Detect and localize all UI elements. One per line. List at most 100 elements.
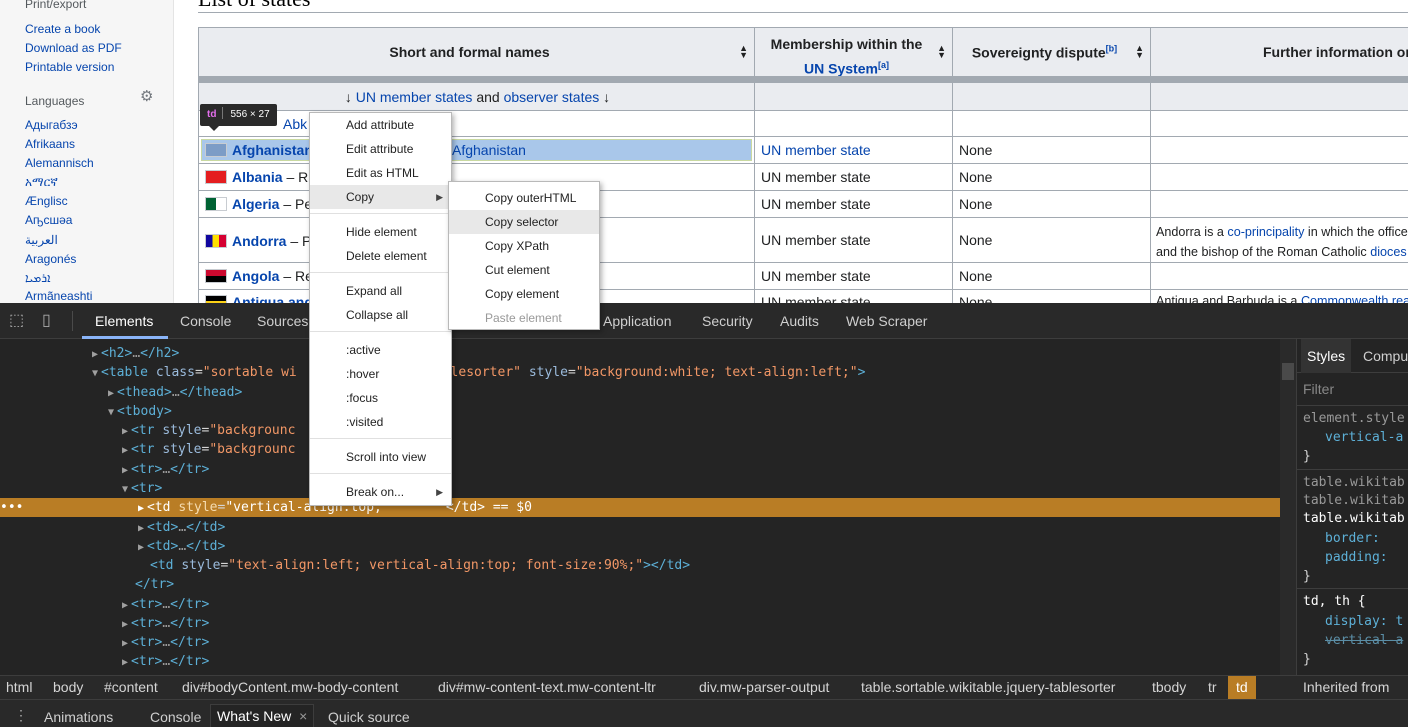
dom-node-tr[interactable]: ▶ <tr>…</tr> [122,633,209,652]
drawer-tab-quick-source[interactable]: Quick source [328,706,410,727]
country-name-link[interactable]: Afghanistan [232,142,313,158]
menu-item-edit-as-html[interactable]: Edit as HTML [310,161,451,185]
inspect-element-icon[interactable]: ⬚ [9,312,27,330]
tab-application[interactable]: Application [603,303,672,339]
drawer-tab-console[interactable]: Console [150,706,201,727]
tab-web-scraper[interactable]: Web Scraper [846,303,927,339]
country-name-link[interactable]: Albania [232,169,283,185]
menu-item-scroll-into-view[interactable]: Scroll into view [310,445,451,469]
menu-item-copy[interactable]: Copy ▶ [310,185,451,209]
style-property[interactable]: border: [1325,529,1380,548]
dom-node-td[interactable]: ▶ <td>…</td> [138,518,225,537]
menu-item-copy-outerhtml[interactable]: Copy outerHTML [449,186,599,210]
breadcrumb-item-active[interactable]: td [1228,676,1256,699]
tab-elements[interactable]: Elements [95,303,153,339]
breadcrumb-item[interactable]: tbody [1152,676,1186,699]
dom-node-thead[interactable]: ▶ <thead>…</thead> [108,383,242,402]
menu-item-edit-attribute[interactable]: Edit attribute [310,137,451,161]
col-header-dispute[interactable]: Sovereignty dispute[b] ▲ ▼ [952,27,1151,77]
printable-version-link[interactable]: Printable version [25,60,114,74]
breadcrumb-item[interactable]: div.mw-parser-output [699,676,829,699]
breadcrumb-item[interactable]: tr [1208,676,1217,699]
menu-item-add-attribute[interactable]: Add attribute [310,113,451,137]
menu-item-visited-state[interactable]: :visited [310,410,451,434]
col-header-further[interactable]: Further information on [1150,27,1408,77]
language-link[interactable]: Afrikaans [25,137,75,151]
menu-item-break-on[interactable]: Break on... ▶ [310,480,451,504]
breadcrumb-item[interactable]: table.sortable.wikitable.jquery-tablesor… [861,676,1115,699]
col-header-names[interactable]: Short and formal names ▲ ▼ [198,27,755,77]
drawer-menu-icon[interactable]: ⋮ [14,708,28,722]
menu-item-copy-element[interactable]: Copy element [449,282,599,306]
dom-node-td-selected[interactable]: ••• ▶ <td style="vertical-align:top; </td>… [0,498,1280,517]
diocese-link[interactable]: dioces [1370,245,1406,259]
tab-sources[interactable]: Sources [257,303,308,339]
menu-item-delete-element[interactable]: Delete element [310,244,451,268]
menu-item-copy-xpath[interactable]: Copy XPath [449,234,599,258]
dom-node-tbody[interactable]: ▼ <tbody> [108,402,172,421]
un-system-link[interactable]: UN System [804,61,878,76]
language-link[interactable]: Armãneashti [25,289,92,303]
formal-name-link[interactable]: Afghanistan [452,142,526,158]
close-icon[interactable]: × [299,708,307,724]
menu-item-expand-all[interactable]: Expand all [310,279,451,303]
country-name-link[interactable]: Antigua and [232,294,313,303]
menu-item-copy-selector[interactable]: Copy selector [449,210,599,234]
create-book-link[interactable]: Create a book [25,22,100,36]
country-name-link[interactable]: Andorra [232,233,286,249]
scrollbar-thumb[interactable] [1282,363,1294,380]
drawer-tab-animations[interactable]: Animations [44,706,113,727]
membership-link[interactable]: UN member state [761,142,871,158]
observer-states-link[interactable]: observer states [504,89,600,105]
language-link[interactable]: ܐܪܡܝܐ [25,271,50,286]
tab-styles[interactable]: Styles [1301,339,1352,373]
dom-node-tr[interactable]: ▶ <tr style="backgrounc [122,421,295,440]
style-property-overridden[interactable]: vertical-a [1325,631,1403,650]
language-link[interactable]: Aragonés [25,252,76,266]
dom-node-tr[interactable]: ▶ <tr>…</tr> [122,652,209,671]
dom-node-td[interactable]: ▶ <td>…</td> [138,537,225,556]
style-property[interactable]: padding: [1325,548,1388,567]
gear-icon[interactable]: ⚙ [140,89,156,105]
tab-security[interactable]: Security [702,303,753,339]
elements-scrollbar[interactable] [1280,339,1296,675]
tab-audits[interactable]: Audits [780,303,819,339]
country-name-link[interactable]: Angola [232,268,279,284]
dom-node-tr[interactable]: ▶ <tr>…</tr> [122,460,209,479]
language-link[interactable]: Аҧсшәа [25,213,72,227]
language-link[interactable]: Адыгабзэ [25,118,78,132]
dom-node-tr[interactable]: ▶ <tr>…</tr> [122,595,209,614]
dom-node-tr[interactable]: ▶ <tr style="backgrounc [122,440,295,459]
un-member-states-link[interactable]: UN member states [356,89,473,105]
menu-item-focus-state[interactable]: :focus [310,386,451,410]
styles-filter-input[interactable]: Filter [1303,380,1334,399]
sort-icon[interactable]: ▲ ▼ [739,44,748,60]
download-pdf-link[interactable]: Download as PDF [25,41,122,55]
sort-icon[interactable]: ▲ ▼ [937,44,946,60]
footnote-a[interactable]: [a] [878,60,889,70]
country-name-link[interactable]: Algeria [232,196,279,212]
language-link[interactable]: Ænglisc [25,194,68,208]
breadcrumb-item[interactable]: html [6,676,32,699]
language-link[interactable]: Alemannisch [25,156,94,170]
abkhazia-link[interactable]: Abk [283,116,307,132]
dom-node-table[interactable]: ▼ <table class="sortable wi blesorter" sty… [92,363,865,382]
tab-computed[interactable]: Compu [1363,339,1408,373]
menu-item-collapse-all[interactable]: Collapse all [310,303,451,327]
dom-node-tr[interactable]: ▼ <tr> [122,479,162,498]
style-property[interactable]: display: t [1325,612,1403,631]
menu-item-active-state[interactable]: :active [310,338,451,362]
breadcrumb-item[interactable]: #content [104,676,158,699]
co-principality-link[interactable]: co-principality [1227,225,1304,239]
dom-node-tr[interactable]: ▶ <tr>…</tr> [122,614,209,633]
drawer-tab-whats-new[interactable]: What's New × [210,704,315,727]
dom-node-h2[interactable]: ▶ <h2>…</h2> [92,344,179,363]
device-toolbar-icon[interactable]: ▯ [42,312,60,330]
language-link[interactable]: العربية [25,233,58,247]
language-link[interactable]: አማርኛ [25,175,58,190]
menu-item-cut-element[interactable]: Cut element [449,258,599,282]
breadcrumb-item[interactable]: body [53,676,83,699]
menu-item-hover-state[interactable]: :hover [310,362,451,386]
breadcrumb-item[interactable]: div#mw-content-text.mw-content-ltr [438,676,656,699]
col-header-membership[interactable]: Membership within the UN System[a] ▲ ▼ [754,27,953,77]
